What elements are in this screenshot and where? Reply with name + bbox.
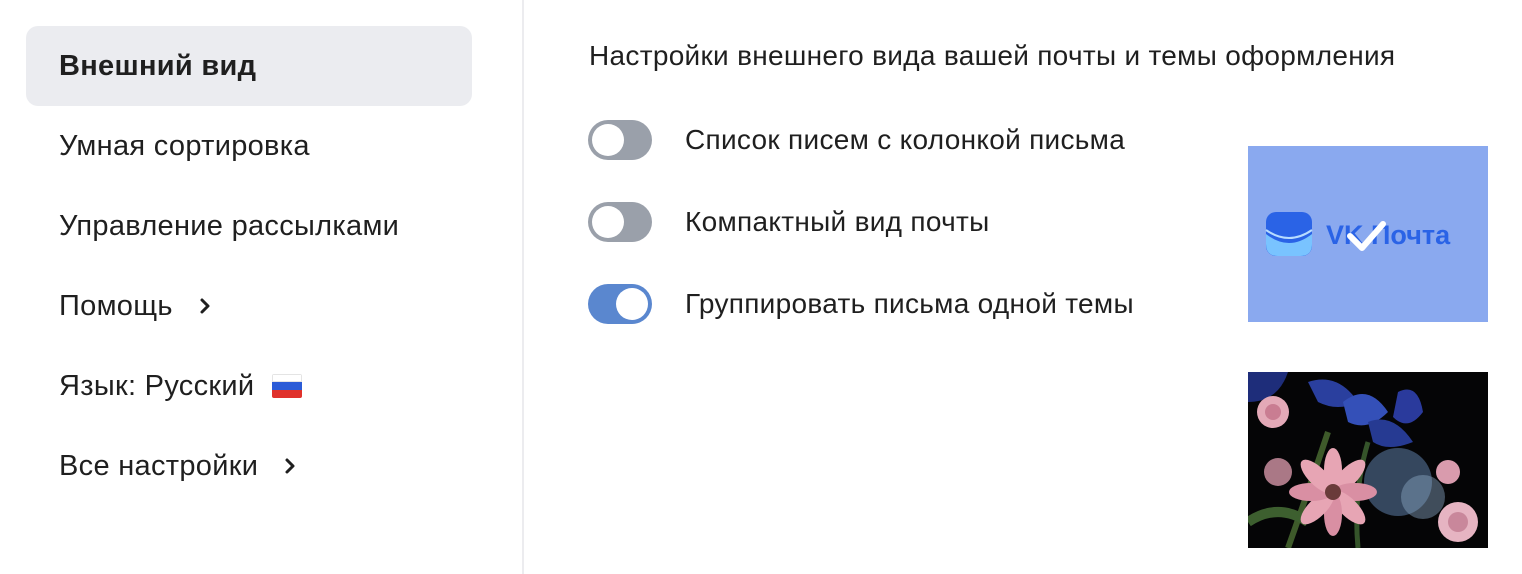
sidebar-item-help[interactable]: Помощь xyxy=(26,266,472,346)
group-threads-toggle[interactable] xyxy=(588,284,652,324)
sidebar-item-all-settings[interactable]: Все настройки xyxy=(26,426,472,506)
toggle-label: Список писем с колонкой письма xyxy=(685,124,1126,155)
theme-thumbnail-vk-mail[interactable]: VK Почта xyxy=(1248,146,1488,322)
sidebar-item-newsletters[interactable]: Управление рассылками xyxy=(26,186,472,266)
reading-pane-toggle[interactable] xyxy=(588,120,652,160)
settings-sidebar: Внешний вид Умная сортировка Управление … xyxy=(0,0,522,574)
sidebar-item-label: Все настройки xyxy=(59,449,259,482)
sidebar-item-label: Помощь xyxy=(59,289,173,322)
panel-divider xyxy=(522,0,524,574)
sidebar-item-label: Умная сортировка xyxy=(59,129,310,162)
chevron-right-icon xyxy=(285,458,295,474)
flowers-image xyxy=(1248,372,1488,548)
sidebar-item-label: Управление рассылками xyxy=(59,209,400,242)
svg-text:VK Почта: VK Почта xyxy=(1326,220,1451,250)
sidebar-item-label: Внешний вид xyxy=(59,49,257,82)
toggle-row-reading-pane: Список писем с колонкой письма xyxy=(588,120,1125,160)
russian-flag-icon xyxy=(272,374,303,398)
toggle-row-compact-view: Компактный вид почты xyxy=(588,202,990,242)
toggle-knob xyxy=(592,124,624,156)
toggle-label: Компактный вид почты xyxy=(685,206,990,237)
page-title: Настройки внешнего вида вашей почты и те… xyxy=(589,40,1396,71)
sidebar-item-language[interactable]: Язык: Русский xyxy=(26,346,472,426)
toggle-row-group-threads: Группировать письма одной темы xyxy=(588,284,1134,324)
sidebar-item-appearance[interactable]: Внешний вид xyxy=(26,26,472,106)
toggle-knob xyxy=(592,206,624,238)
sidebar-item-label: Язык: Русский xyxy=(59,369,255,402)
toggle-label: Группировать письма одной темы xyxy=(685,288,1134,319)
chevron-right-icon xyxy=(200,298,210,314)
theme-thumbnail-flowers[interactable] xyxy=(1248,372,1488,548)
toggle-knob xyxy=(616,288,648,320)
vk-mail-logo: VK Почта xyxy=(1265,212,1451,256)
compact-view-toggle[interactable] xyxy=(588,202,652,242)
sidebar-item-smart-sorting[interactable]: Умная сортировка xyxy=(26,106,472,186)
